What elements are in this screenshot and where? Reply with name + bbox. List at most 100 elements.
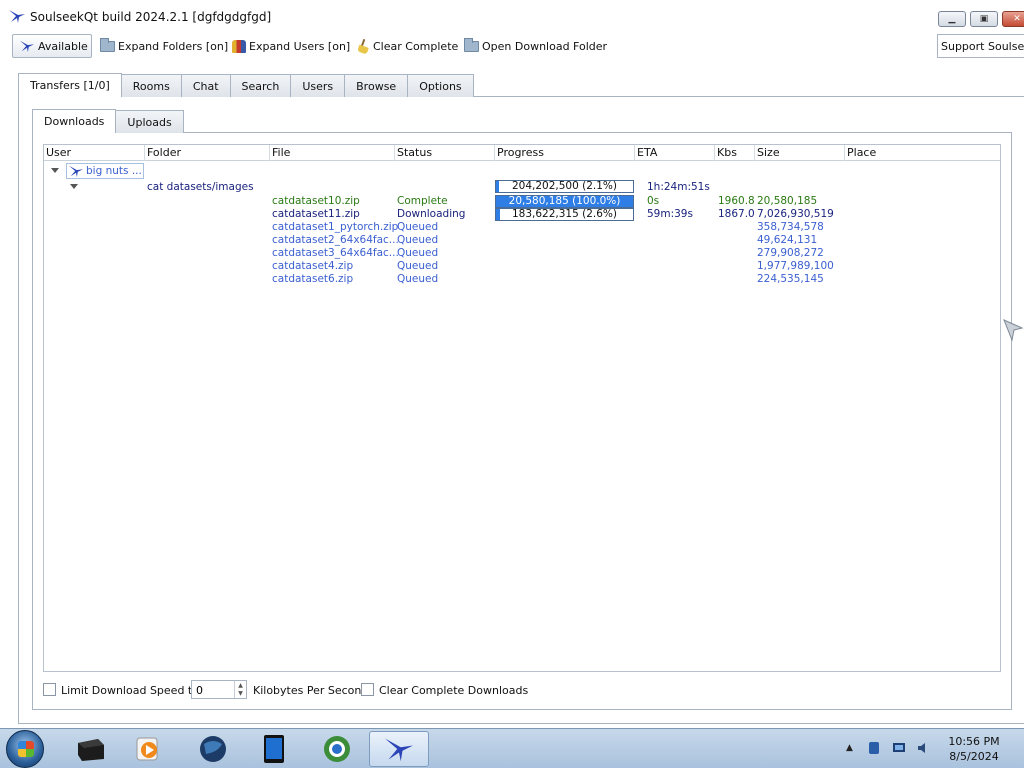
- file-status: Complete: [397, 195, 448, 207]
- tab-users[interactable]: Users: [290, 74, 346, 97]
- start-button[interactable]: [6, 730, 44, 768]
- speed-spinbox[interactable]: 0 ▲ ▼: [191, 680, 247, 699]
- file-status: Queued: [397, 221, 439, 233]
- taskbar-app-globe[interactable]: [183, 731, 243, 767]
- folder-progress-bar: 204,202,500 (2.1%): [495, 180, 634, 193]
- table-row[interactable]: [44, 260, 1000, 273]
- expand-users-label: Expand Users [on]: [249, 39, 351, 53]
- column-size[interactable]: Size: [755, 145, 845, 161]
- column-folder[interactable]: Folder: [145, 145, 270, 161]
- terminal-icon: [78, 739, 104, 761]
- toolbar: Available Expand Folders [on] Expand Use…: [0, 32, 1024, 60]
- expand-folders-label: Expand Folders [on]: [118, 39, 229, 53]
- restore-icon: ▣: [979, 14, 989, 24]
- spin-up-icon[interactable]: ▲: [238, 682, 243, 689]
- file-eta: 0s: [647, 195, 660, 207]
- soulseek-bird-icon: [69, 165, 83, 178]
- open-download-folder-button[interactable]: Open Download Folder: [464, 34, 607, 58]
- cursor-arrow-icon: [1003, 319, 1024, 342]
- available-button[interactable]: Available: [12, 34, 92, 58]
- table-row[interactable]: [44, 221, 1000, 234]
- tab-transfers[interactable]: Transfers [1/0]: [18, 73, 122, 97]
- transfer-tab-bar: Downloads Uploads: [32, 109, 184, 133]
- file-status: Queued: [397, 247, 439, 259]
- file-status: Downloading: [397, 208, 466, 220]
- file-name: catdataset6.zip: [272, 273, 354, 285]
- expand-users-button[interactable]: Expand Users [on]: [232, 34, 350, 58]
- user-name: big nuts ...: [86, 165, 142, 177]
- column-eta[interactable]: ETA: [635, 145, 715, 161]
- support-soulseek-button[interactable]: Support Soulseek: [937, 34, 1024, 58]
- tray-expand-icon[interactable]: ▲: [846, 743, 853, 753]
- file-size: 358,734,578: [757, 221, 824, 233]
- close-button[interactable]: ✕: [1002, 11, 1024, 27]
- soulseek-bird-icon: [385, 738, 413, 762]
- tab-uploads[interactable]: Uploads: [115, 110, 184, 133]
- table-row[interactable]: [44, 273, 1000, 286]
- tab-options[interactable]: Options: [407, 74, 474, 97]
- file-size: 224,535,145: [757, 273, 824, 285]
- tab-search[interactable]: Search: [229, 74, 292, 97]
- limit-speed-label: Limit Download Speed to: [61, 684, 199, 697]
- taskbar-app-media-player[interactable]: [118, 731, 178, 767]
- minimize-icon: ▁: [948, 14, 956, 24]
- file-size: 49,624,131: [757, 234, 818, 246]
- expand-folder-arrow-icon[interactable]: [70, 184, 78, 189]
- file-progress-bar: 20,580,185 (100.0%): [495, 195, 634, 208]
- tablet-icon: [264, 735, 284, 763]
- maximize-button[interactable]: ▣: [970, 11, 998, 27]
- file-name: catdataset2_64x64fac...: [272, 234, 399, 246]
- taskbar-app-tablet[interactable]: [244, 731, 304, 767]
- system-clock[interactable]: 10:56 PM 8/5/2024: [946, 734, 1002, 764]
- taskbar-app-terminal[interactable]: [60, 731, 120, 767]
- window-title: SoulseekQt build 2024.2.1 [dgfdgdgfgd]: [30, 10, 272, 24]
- minimize-button[interactable]: ▁: [938, 11, 966, 27]
- browser-icon: [324, 736, 350, 762]
- column-kbs[interactable]: Kbs: [715, 145, 755, 161]
- tab-browse[interactable]: Browse: [344, 74, 409, 97]
- spin-buttons[interactable]: ▲ ▼: [234, 681, 246, 698]
- clear-complete-downloads-checkbox[interactable]: [361, 683, 374, 696]
- limit-speed-checkbox[interactable]: [43, 683, 56, 696]
- spin-down-icon[interactable]: ▼: [238, 690, 243, 697]
- folder-name[interactable]: cat datasets/images: [147, 181, 254, 194]
- column-file[interactable]: File: [270, 145, 395, 161]
- volume-icon[interactable]: [916, 741, 930, 755]
- tray-app-icon[interactable]: [867, 741, 881, 755]
- column-place[interactable]: Place: [845, 145, 1000, 161]
- user-row[interactable]: big nuts ...: [66, 163, 144, 179]
- file-progress-bar: 183,622,315 (2.6%): [495, 208, 634, 221]
- file-status: Queued: [397, 273, 439, 285]
- clock-time: 10:56 PM: [948, 735, 1000, 748]
- folder-icon: [100, 37, 115, 52]
- clear-complete-label: Clear Complete: [373, 39, 459, 53]
- tab-rooms[interactable]: Rooms: [120, 74, 182, 97]
- tab-downloads[interactable]: Downloads: [32, 109, 117, 133]
- expand-folders-button[interactable]: Expand Folders [on]: [100, 34, 228, 58]
- clear-complete-button[interactable]: Clear Complete: [356, 34, 458, 58]
- table-row[interactable]: [44, 234, 1000, 247]
- progress-fill: [496, 209, 500, 220]
- media-player-icon: [136, 737, 158, 761]
- file-status: Queued: [397, 234, 439, 246]
- file-size: 7,026,930,519: [757, 208, 834, 220]
- broom-icon: [356, 39, 370, 53]
- downloads-table[interactable]: User Folder File Status Progress ETA Kbs…: [43, 144, 1001, 672]
- taskbar-app-soulseek[interactable]: [369, 731, 429, 767]
- network-icon[interactable]: [892, 741, 906, 755]
- folder-icon: [464, 37, 479, 52]
- clear-complete-downloads-label: Clear Complete Downloads: [379, 684, 529, 697]
- available-label: Available: [38, 39, 88, 53]
- file-size: 1,977,989,100: [757, 260, 834, 272]
- column-user[interactable]: User: [44, 145, 145, 161]
- file-kbs: 1867.0: [718, 208, 755, 220]
- clock-date: 8/5/2024: [949, 750, 999, 763]
- tab-chat[interactable]: Chat: [180, 74, 231, 97]
- file-status: Queued: [397, 260, 439, 272]
- taskbar-app-browser[interactable]: [307, 731, 367, 767]
- file-eta: 59m:39s: [647, 208, 693, 220]
- table-row[interactable]: [44, 247, 1000, 260]
- expand-user-arrow-icon[interactable]: [51, 168, 59, 173]
- column-status[interactable]: Status: [395, 145, 495, 161]
- column-progress[interactable]: Progress: [495, 145, 635, 161]
